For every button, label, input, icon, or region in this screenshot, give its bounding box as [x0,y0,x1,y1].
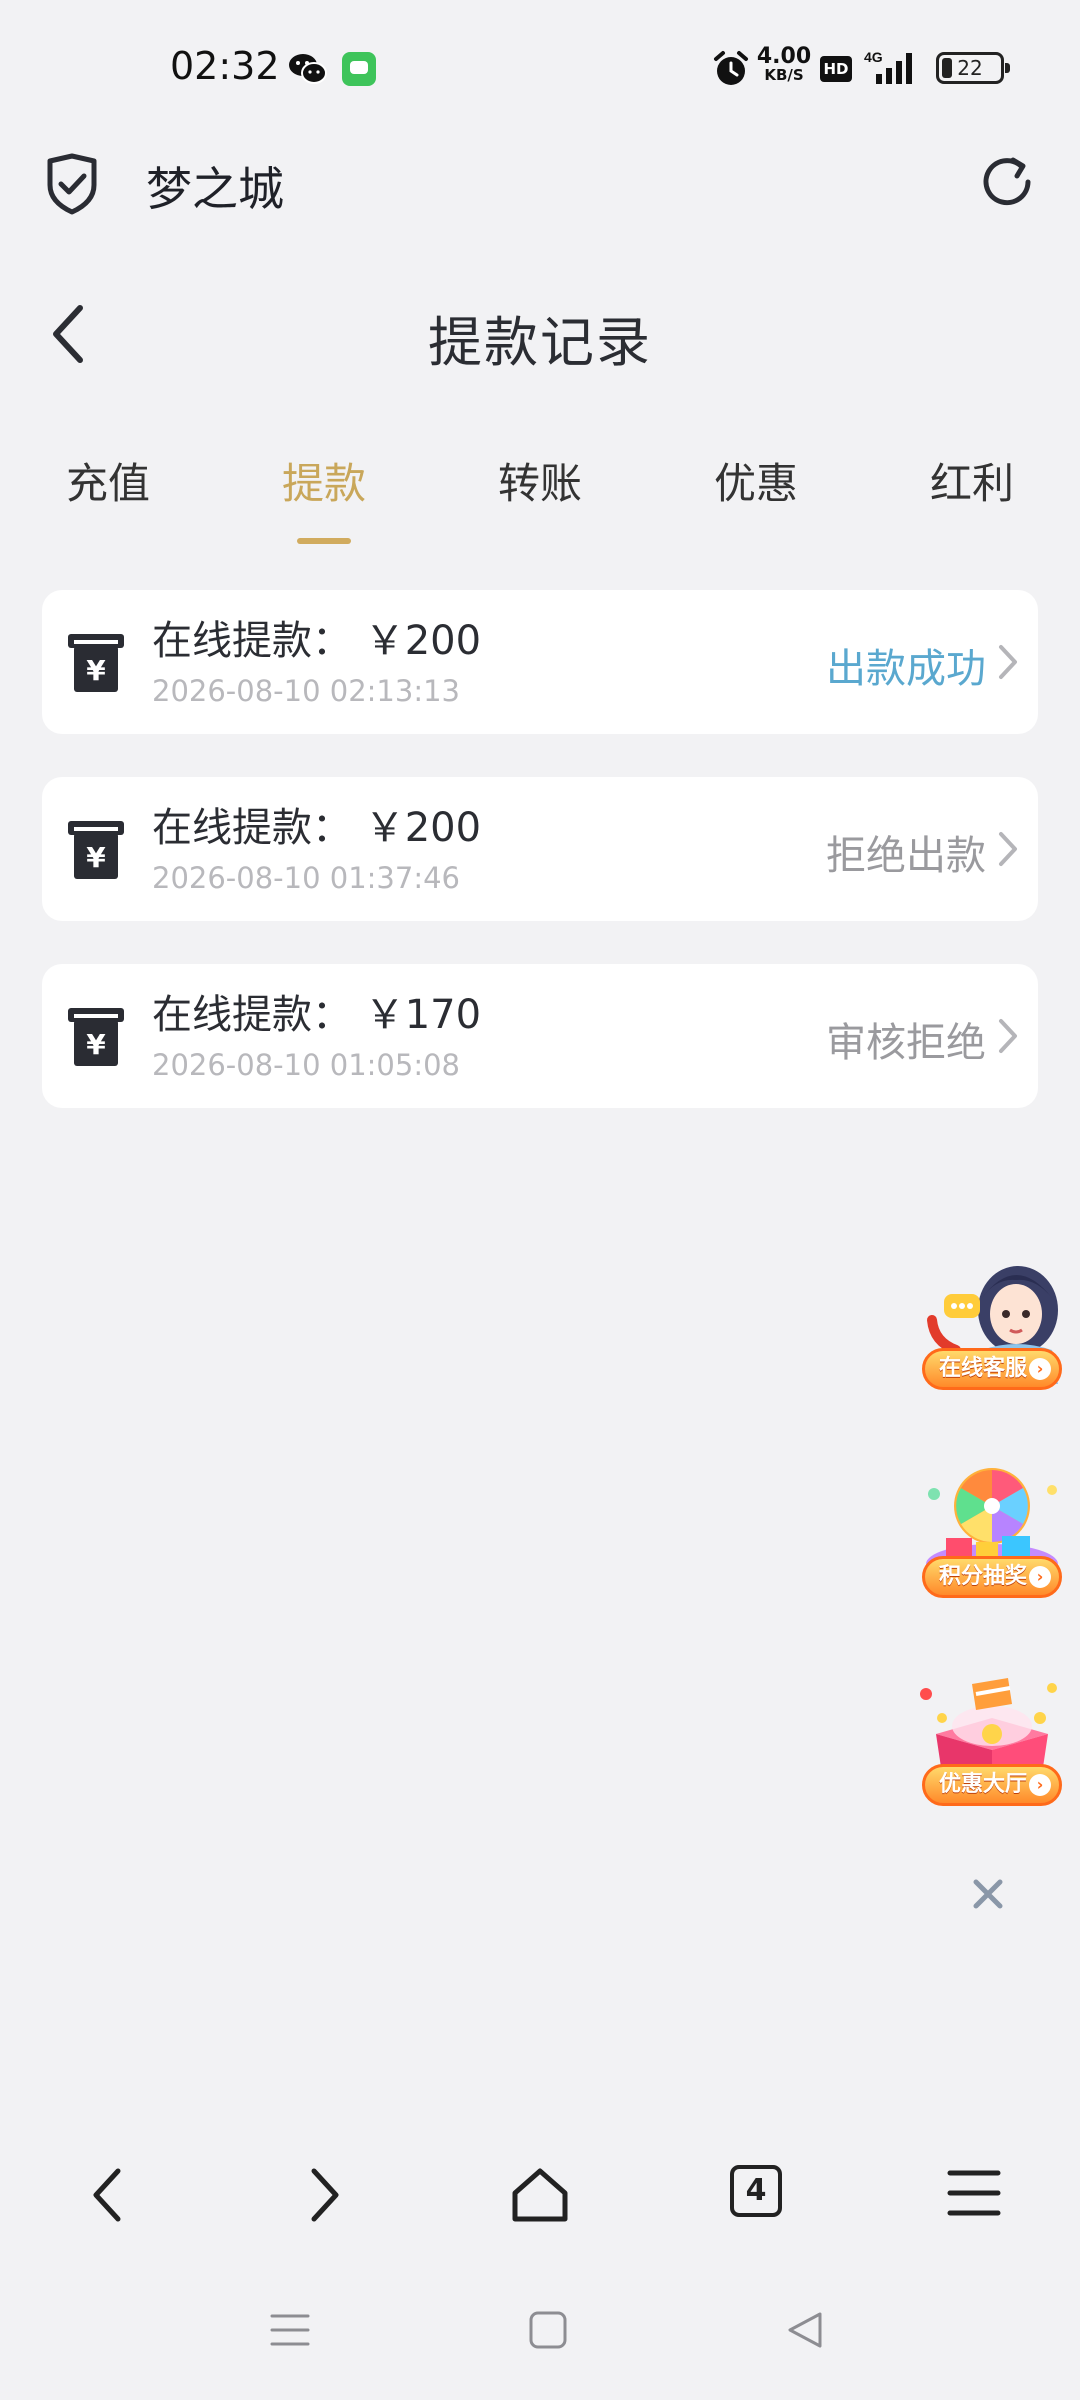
network-speed: 4.00 KB/S [756,46,812,83]
browser-back-icon[interactable] [88,2165,128,2225]
chevron-right-icon [999,645,1017,679]
svg-text:¥: ¥ [86,654,106,687]
status-time: 02:32 [170,44,280,88]
browser-home-icon[interactable] [510,2165,570,2225]
record-tabs: 充值 提款 转账 优惠 红利 [0,440,1080,550]
status-bar: 02:32 4.00 KB/S HD 4G 22 [0,0,1080,140]
arrow-right-icon: › [1029,1774,1051,1796]
system-back-icon[interactable] [784,2310,824,2350]
float-label: 优惠大厅 › [922,1764,1062,1806]
arrow-right-icon: › [1029,1358,1051,1380]
float-promo-hall[interactable]: 优惠大厅 › [912,1674,1072,1806]
atm-yuan-icon: ¥ [68,1008,124,1066]
refresh-icon[interactable] [978,153,1036,211]
arrow-right-icon: › [1029,1566,1051,1588]
float-label: 在线客服 › [922,1348,1062,1390]
svg-text:¥: ¥ [86,841,106,874]
network-type: 4G [864,49,883,65]
battery-icon: 22 [936,52,1010,84]
network-speed-value: 4.00 [756,44,812,69]
record-item[interactable]: ¥ 在线提款： ￥200 2026-08-10 01:37:46 拒绝出款 [42,777,1038,921]
record-time: 2026-08-10 02:13:13 [152,674,460,708]
browser-title-bar: 梦之城 [0,140,1080,250]
record-status: 拒绝出款 [826,833,986,879]
page-title: 提款记录 [428,311,652,374]
record-title: 在线提款： ￥170 [152,992,482,1038]
browser-menu-icon[interactable] [946,2165,1002,2221]
network-speed-unit: KB/S [764,66,804,84]
signal-4g-icon: 4G [864,49,912,84]
record-item[interactable]: ¥ 在线提款： ￥170 2026-08-10 01:05:08 审核拒绝 [42,964,1038,1108]
alarm-icon [714,51,748,85]
chevron-right-icon [999,832,1017,866]
record-status: 审核拒绝 [826,1020,986,1066]
recent-apps-icon[interactable] [270,2310,310,2350]
site-title: 梦之城 [146,162,284,216]
atm-yuan-icon: ¥ [68,821,124,879]
shield-check-icon[interactable] [44,153,100,215]
battery-level: 22 [957,56,983,80]
active-tab-indicator [297,538,351,544]
system-home-icon[interactable] [528,2310,568,2350]
record-time: 2026-08-10 01:05:08 [152,1048,460,1082]
tabs-count-button[interactable]: 4 [730,2165,782,2217]
record-time: 2026-08-10 01:37:46 [152,861,460,895]
float-points-lottery[interactable]: 积分抽奖 › [912,1466,1072,1598]
tab-transfer[interactable]: 转账 [460,450,620,511]
record-title: 在线提款： ￥200 [152,618,482,664]
chevron-right-icon [999,1019,1017,1053]
float-label-text: 优惠大厅 [939,1772,1028,1797]
record-status: 出款成功 [826,646,986,692]
hd-badge: HD [820,56,852,82]
page-header: 提款记录 [0,280,1080,390]
tab-count: 4 [730,2165,782,2217]
wechat-icon [289,54,327,84]
record-title: 在线提款： ￥200 [152,805,482,851]
system-nav-bar [0,2290,1080,2390]
float-label-text: 在线客服 [939,1356,1028,1381]
browser-toolbar: 4 [0,2140,1080,2250]
message-app-icon [342,52,376,86]
tab-bonus[interactable]: 红利 [892,450,1052,511]
float-customer-service[interactable]: 在线客服 › [912,1258,1072,1390]
svg-text:¥: ¥ [86,1028,106,1061]
tab-withdraw[interactable]: 提款 [244,450,404,511]
tab-recharge[interactable]: 充值 [28,450,188,511]
record-item[interactable]: ¥ 在线提款： ￥200 2026-08-10 02:13:13 出款成功 [42,590,1038,734]
float-label: 积分抽奖 › [922,1556,1062,1598]
tab-promotion[interactable]: 优惠 [676,450,836,511]
browser-forward-icon[interactable] [304,2165,344,2225]
close-icon[interactable] [968,1874,1008,1914]
float-label-text: 积分抽奖 [939,1564,1028,1589]
atm-yuan-icon: ¥ [68,634,124,692]
